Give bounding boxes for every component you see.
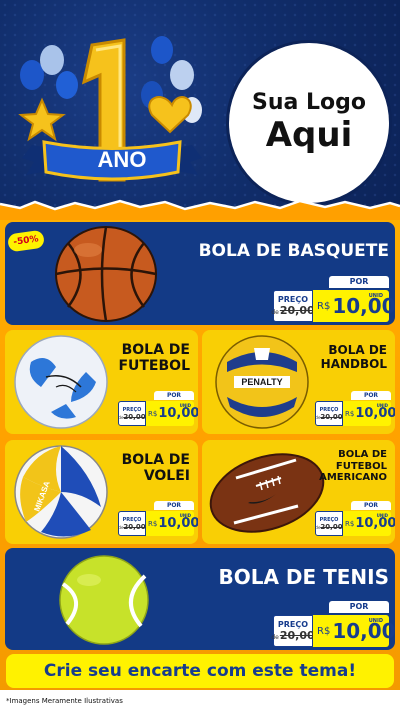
por-label: POR: [351, 501, 391, 510]
product-title: BOLA DE FUTEBOL: [118, 342, 190, 374]
por-label: POR: [154, 391, 194, 400]
new-price: 10,00: [332, 294, 395, 318]
currency: R$: [345, 519, 355, 528]
svg-text:PENALTY: PENALTY: [241, 377, 282, 387]
unit-label: UNID: [376, 513, 388, 518]
new-price: 10,00: [158, 516, 198, 531]
price-tag: POR PREÇO de 20,00 R$ 10,00 UNID: [118, 501, 198, 536]
unit-label: UNID: [179, 513, 191, 518]
product-card-handbol[interactable]: PENALTY BOLA DE HANDBOL POR PREÇO de 20,…: [202, 330, 395, 434]
price-tag: POR PREÇO de 20,00 R$ 10,00 UNID: [315, 391, 395, 426]
product-card-americano[interactable]: BOLA DE FUTEBOL AMERICANO POR PREÇO de 2…: [202, 440, 395, 544]
title-line2: FUTEBOL: [118, 358, 190, 375]
title-line2: HANDBOL: [320, 356, 387, 371]
product-card-futebol[interactable]: BOLA DE FUTEBOL POR PREÇO de 20,00 R$ 10…: [5, 330, 198, 434]
soccer-ball-icon: [14, 335, 108, 429]
unit-label: UNID: [368, 293, 383, 299]
torn-edge: [0, 199, 400, 220]
title-line3: AMERICANO: [319, 472, 387, 483]
product-title: BOLA DE FUTEBOL AMERICANO: [319, 449, 387, 484]
title-line1: BOLA DE: [328, 343, 387, 357]
preco-label: PREÇO: [277, 620, 309, 629]
badge-label: ANO: [97, 147, 147, 172]
basketball-icon: [55, 226, 157, 322]
price-tag: POR PREÇO de 20,00 R$ 10,00 UNID: [271, 276, 395, 322]
preco-label: PREÇO: [277, 295, 309, 304]
cta-banner[interactable]: Crie seu encarte com este tema!: [6, 654, 394, 688]
anniversary-badge-icon: [18, 36, 202, 182]
logo-line2: Aqui: [265, 114, 353, 155]
product-card-basquete[interactable]: BOLA DE BASQUETE POR PREÇO de 20,00 R$ 1…: [5, 222, 395, 325]
old-price: 20,00: [123, 522, 146, 531]
american-football-icon: [209, 453, 325, 533]
handball-icon: PENALTY: [215, 335, 309, 429]
product-card-tenis[interactable]: BOLA DE TENIS POR PREÇO de 20,00 R$ 10,0…: [5, 548, 395, 650]
new-price: 10,00: [355, 406, 395, 421]
unit-label: UNID: [179, 403, 191, 408]
unit-label: UNID: [376, 403, 388, 408]
title-line1: BOLA DE: [121, 342, 190, 358]
por-label: POR: [329, 601, 389, 613]
new-price: 10,00: [158, 406, 198, 421]
currency: R$: [148, 519, 158, 528]
currency: R$: [317, 300, 331, 312]
price-tag: POR PREÇO de 20,00 R$ 10,00 UNID: [118, 391, 198, 426]
tennis-ball-icon: [59, 555, 149, 645]
product-title: BOLA DE BASQUETE: [198, 241, 389, 261]
por-label: POR: [329, 276, 389, 288]
currency: R$: [345, 409, 355, 418]
por-label: POR: [351, 391, 391, 400]
currency: R$: [317, 625, 331, 637]
old-prefix: de: [271, 309, 279, 316]
title-line2: VOLEI: [143, 468, 190, 485]
unit-label: UNID: [368, 618, 383, 624]
disclaimer-text: *Imagens Meramente Ilustrativas: [6, 696, 123, 705]
old-price: 20,00: [279, 629, 315, 642]
old-price: 20,00: [279, 304, 315, 317]
currency: R$: [148, 409, 158, 418]
old-price: 20,00: [320, 522, 343, 531]
cta-text: Crie seu encarte com este tema!: [43, 661, 357, 681]
title-line1: BOLA DE: [338, 449, 387, 460]
product-title: BOLA DE VOLEI: [122, 452, 190, 484]
old-price: 20,00: [320, 412, 343, 421]
volleyball-icon: MIKASA: [14, 445, 108, 539]
price-tag: POR PREÇO de 20,00 R$ 10,00 UNID: [315, 501, 395, 536]
price-tag: POR PREÇO de 20,00 R$ 10,00 UNID: [271, 601, 395, 647]
product-title: BOLA DE HANDBOL: [320, 343, 387, 372]
logo-line1: Sua Logo: [251, 90, 366, 116]
title-line1: BOLA DE: [121, 452, 190, 468]
old-prefix: de: [271, 634, 279, 641]
header: ANO Sua Logo Aqui: [0, 0, 400, 212]
new-price: 10,00: [355, 516, 395, 531]
logo-placeholder: Sua Logo Aqui: [229, 43, 389, 203]
product-card-volei[interactable]: MIKASA BOLA DE VOLEI POR PREÇO de 20,00 …: [5, 440, 198, 544]
flyer: ANO Sua Logo Aqui BOLA DE BASQUETE POR P…: [0, 0, 400, 711]
new-price: 10,00: [332, 619, 395, 643]
old-price: 20,00: [123, 412, 146, 421]
disclaimer-bar: *Imagens Meramente Ilustrativas: [0, 690, 400, 711]
title-line2: FUTEBOL: [335, 460, 387, 472]
por-label: POR: [154, 501, 194, 510]
product-title: BOLA DE TENIS: [218, 565, 389, 589]
